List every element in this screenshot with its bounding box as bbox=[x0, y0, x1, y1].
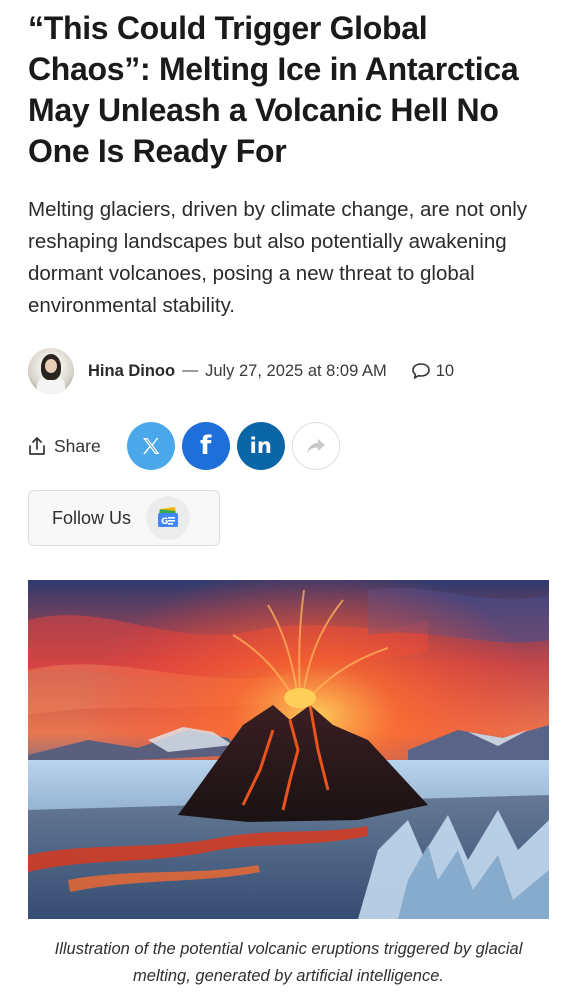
forward-arrow-icon bbox=[306, 439, 325, 453]
speech-bubble-icon bbox=[411, 363, 430, 379]
comment-count: 10 bbox=[435, 361, 455, 380]
comments-link[interactable]: 10 bbox=[411, 362, 454, 381]
hero-image bbox=[28, 580, 549, 919]
share-label: Share bbox=[54, 435, 101, 456]
byline: Hina Dinoo — July 27, 2025 at 8:09 AM 10 bbox=[28, 348, 558, 394]
author-name[interactable]: Hina Dinoo bbox=[88, 362, 175, 381]
share-more-button[interactable] bbox=[291, 422, 340, 470]
share-button[interactable]: Share bbox=[28, 436, 101, 457]
author-avatar[interactable] bbox=[28, 348, 74, 394]
share-upload-icon bbox=[29, 437, 45, 455]
linkedin-logo-icon: in bbox=[249, 434, 272, 458]
image-caption: Illustration of the potential volcanic e… bbox=[54, 940, 523, 985]
x-logo-icon bbox=[142, 438, 160, 454]
svg-text:G: G bbox=[161, 517, 168, 527]
share-x-button[interactable] bbox=[126, 422, 175, 470]
volcano-illustration bbox=[28, 580, 549, 919]
facebook-logo-icon: f bbox=[200, 431, 212, 461]
share-linkedin-button[interactable]: in bbox=[236, 422, 285, 470]
follow-us-label: Follow Us bbox=[52, 507, 132, 528]
google-news-icon: G bbox=[146, 496, 191, 540]
article-headline: “This Could Trigger Global Chaos”: Melti… bbox=[28, 10, 519, 169]
byline-separator: — bbox=[182, 362, 199, 379]
publish-date: July 27, 2025 at 8:09 AM bbox=[205, 361, 387, 380]
article-dek: Melting glaciers, driven by climate chan… bbox=[28, 198, 528, 317]
follow-us-button[interactable]: Follow Us G bbox=[28, 490, 220, 546]
share-facebook-button[interactable]: f bbox=[181, 422, 230, 470]
share-bar: Share f in bbox=[28, 422, 340, 470]
